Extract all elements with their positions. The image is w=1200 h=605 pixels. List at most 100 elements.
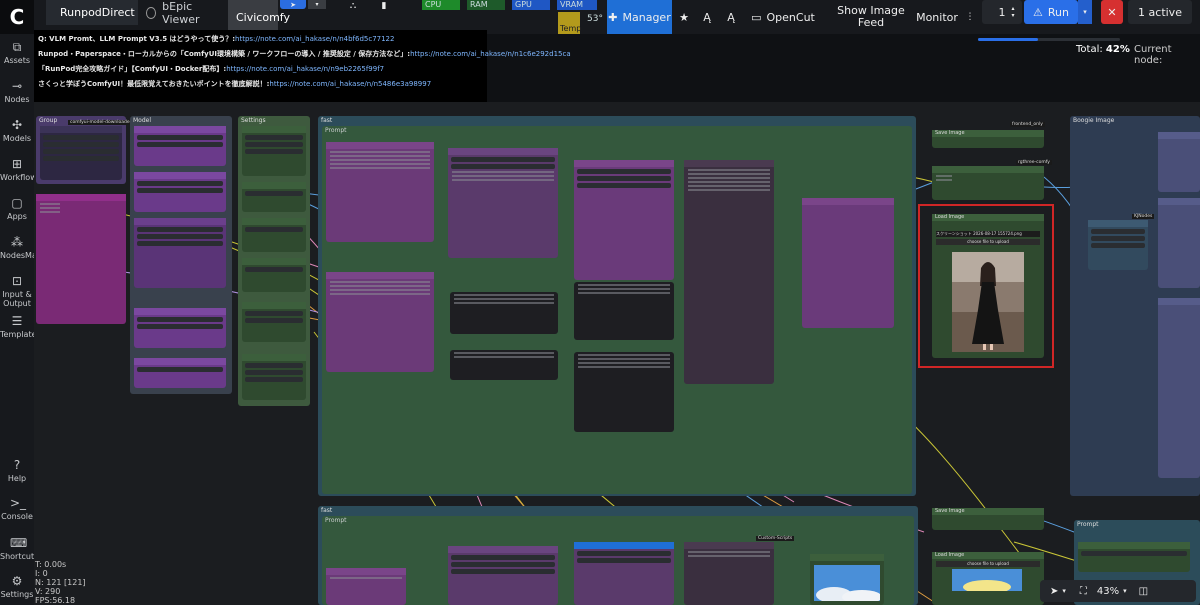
manager-button[interactable]: ✚ Manager [607,0,672,34]
node-seed[interactable] [242,354,306,400]
fit-view-icon[interactable]: ⛶ [1080,586,1087,597]
node-image-batch[interactable] [1088,220,1148,270]
sidebar-item-templates[interactable]: ☰ Templates [0,314,41,339]
tab-runpod-direct[interactable]: RunpodDirect [46,0,138,25]
node-model-loader[interactable] [134,126,226,166]
choose-file-button[interactable]: choose file to upload [936,561,1040,567]
node-widget[interactable] [245,370,303,375]
pointer-icon[interactable]: ➤ [1050,586,1058,597]
node-widget[interactable] [451,562,555,567]
node-widget[interactable] [137,367,223,372]
comfy-logo[interactable]: C [0,0,34,34]
node-save-image-bottom[interactable]: Save Image [932,508,1044,530]
chevron-down-icon[interactable]: ▾ [1123,587,1127,595]
select-tool-button[interactable]: ➤ [280,0,306,9]
node-widget[interactable] [577,558,671,563]
node-widget[interactable] [43,156,119,161]
node-save-image[interactable]: Save Image [932,130,1044,148]
node-widget[interactable] [137,317,223,322]
sidebar-item-workflows[interactable]: ⊞ Workflows [0,157,41,182]
node-widget[interactable] [577,169,671,174]
node-llm-settings[interactable] [448,546,558,605]
sidebar-item-apps[interactable]: ▢ Apps [0,196,34,221]
sidebar-item-nodesmap[interactable]: ⁂ NodesMap [0,235,42,260]
node-widget[interactable] [43,135,119,140]
node-widget[interactable] [245,142,303,147]
bookmark-button[interactable]: ▮ [374,0,394,12]
map-icon[interactable]: ◫ [1139,586,1148,597]
node-widget[interactable] [451,569,555,574]
node-widget[interactable] [43,142,119,147]
sidebar-item-settings[interactable]: ⚙ Settings [0,574,34,599]
sidebar-item-help[interactable]: ? Help [0,458,34,483]
sidebar-item-shortcuts[interactable]: ⌨ Shortcuts [0,536,38,561]
node-widget[interactable] [451,157,555,162]
node-text-output-2[interactable] [450,350,558,380]
node-widget[interactable] [1091,236,1145,241]
sidebar-item-assets[interactable]: ⧉ Assets [0,40,34,65]
node-text-output-4[interactable] [574,352,674,432]
node-widget[interactable] [137,181,223,186]
node-widget[interactable] [137,241,223,246]
show-image-feed-button[interactable]: Show Image Feed [836,0,906,34]
drag-handle-icon[interactable]: ⋮ [963,0,977,34]
node-widget[interactable] [137,142,223,147]
note-link[interactable]: https://note.com/ai_hakase/n/n9eb2265f99… [226,65,384,73]
queue-stepper[interactable]: ▴ ▾ [1006,0,1020,24]
node-widget[interactable] [1091,243,1145,248]
node-boogie-b[interactable] [1158,198,1200,288]
node-canvas[interactable]: Group comfyui-model-downloader Model Set… [34,102,1200,605]
node-widget[interactable] [245,311,303,316]
zoom-level[interactable]: 43% [1097,586,1119,597]
node-show-text[interactable] [684,160,774,384]
node-prompt-manual[interactable] [326,568,406,605]
a-button-1[interactable]: Ą [696,0,718,34]
node-boogie-a[interactable] [1158,132,1200,192]
node-widget[interactable] [137,324,223,329]
node-widget[interactable] [577,176,671,181]
node-resolution[interactable] [242,126,306,176]
node-widget[interactable] [577,551,671,556]
monitor-button[interactable]: Monitor [914,0,960,34]
a-button-2[interactable]: Ą [720,0,742,34]
tool-dropdown-button[interactable]: ▾ [308,0,326,9]
node-empty-latent[interactable] [242,302,306,342]
note-link[interactable]: https://note.com/ai_hakase/n/n4bf6d5c771… [235,35,394,43]
sidebar-item-console[interactable]: >_ Console [0,496,34,521]
node-widget[interactable] [43,149,119,154]
node-preview-image[interactable] [810,554,884,605]
node-vlm-prompt[interactable] [574,160,674,280]
active-queue-button[interactable]: 1 active [1128,0,1192,24]
sidebar-item-nodes[interactable]: ⊸ Nodes [0,79,34,104]
sidebar-item-models[interactable]: ✣ Models [0,118,34,143]
node-prompt-text-1[interactable] [326,142,434,242]
node-widget[interactable] [1081,551,1187,556]
node-widget[interactable] [451,555,555,560]
node-widget[interactable] [451,164,555,169]
node-widget[interactable] [245,191,303,196]
star-button[interactable]: ★ [674,0,694,34]
node-fast-groups[interactable] [1078,542,1190,572]
node-llm-prompt-bottom[interactable] [574,542,674,605]
node-widget[interactable] [245,318,303,323]
tab-bepic-viewer[interactable]: bEpic Viewer [138,0,228,26]
node-prompt-text-2[interactable] [326,272,434,372]
node-purple-combine[interactable] [802,198,894,328]
node-clip-loader[interactable] [134,172,226,212]
node-any-switch[interactable] [932,166,1044,200]
node-text-output-3[interactable] [574,282,674,340]
sidebar-item-input-output[interactable]: ⊡ Input & Output [0,274,34,308]
node-widget[interactable] [245,377,303,382]
node-magenta-input[interactable] [36,194,126,324]
workflow-icon-button[interactable]: ⛬ [340,0,366,12]
node-boogie-c[interactable] [1158,298,1200,478]
node-text-output-1[interactable] [450,292,558,334]
node-widget[interactable] [245,363,303,368]
node-lora-stack[interactable] [134,218,226,288]
opencut-button[interactable]: ▭ OpenCut [750,0,816,34]
run-button[interactable]: ⚠ Run [1024,0,1078,24]
node-cfg[interactable] [242,218,306,252]
cancel-button[interactable]: ✕ [1101,0,1123,24]
node-widget[interactable] [137,234,223,239]
node-steps[interactable] [242,182,306,212]
